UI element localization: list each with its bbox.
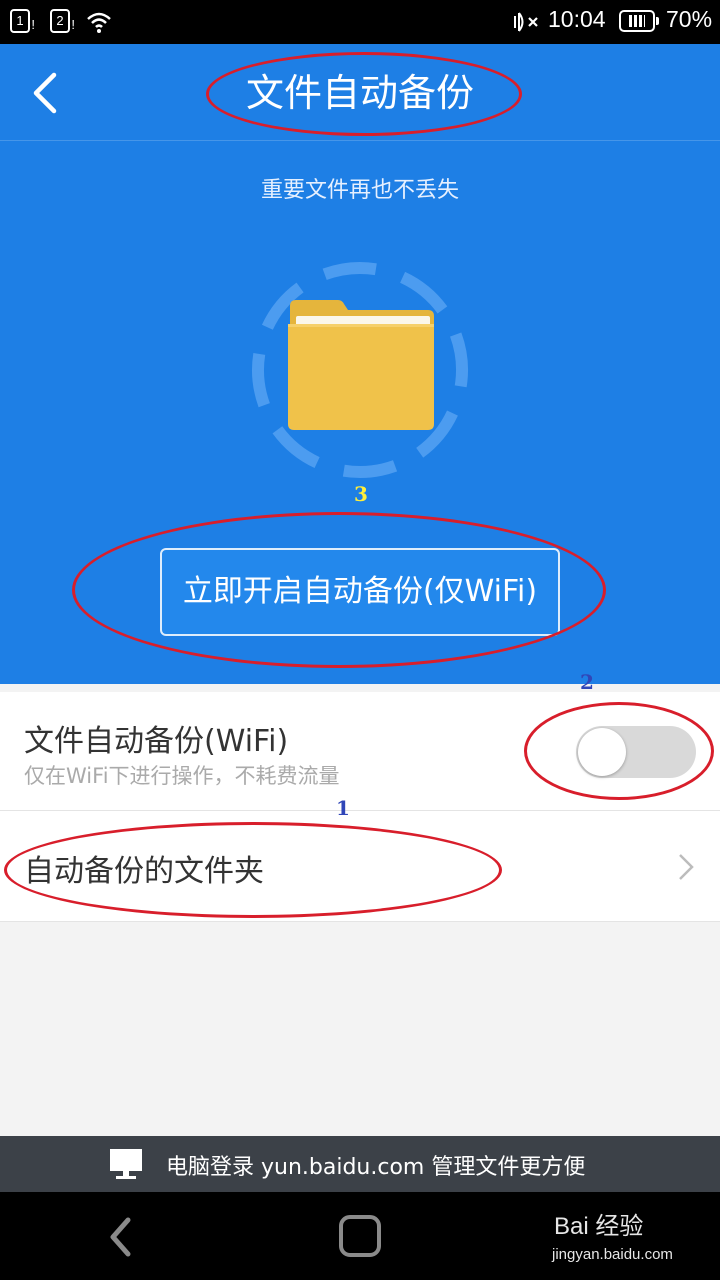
list-divider (0, 921, 720, 922)
sim1-icon: 1! (10, 9, 35, 33)
annotation-number-1: 1 (336, 796, 350, 820)
nav-back-icon[interactable] (106, 1216, 134, 1258)
footer-text: 电脑登录 yun.baidu.com 管理文件更方便 (166, 1155, 586, 1180)
status-time: 10:04 (548, 6, 606, 32)
wifi-backup-title: 文件自动备份(WiFi) (24, 724, 289, 759)
vibrate-icon (514, 12, 538, 32)
annotation-number-2: 2 (580, 670, 594, 694)
chevron-right-icon (679, 854, 694, 880)
sim2-icon: 2! (50, 9, 75, 33)
sim2-label: 2 (56, 13, 64, 28)
battery-percent: 70% (666, 6, 713, 32)
wifi-icon (87, 12, 111, 33)
annotation-ellipse-title (206, 52, 522, 136)
monitor-icon (110, 1149, 142, 1179)
nav-home-icon[interactable] (338, 1214, 382, 1258)
sim1-label: 1 (16, 13, 24, 28)
status-bar: 1! 2! 10:04 70% (0, 0, 720, 44)
annotation-ellipse-button (72, 512, 606, 668)
appbar-divider (0, 140, 720, 141)
footer-banner[interactable]: 电脑登录 yun.baidu.com 管理文件更方便 (0, 1136, 720, 1192)
annotation-number-3: 3 (354, 482, 368, 506)
wifi-backup-description: 仅在WiFi下进行操作，不耗费流量 (24, 764, 340, 788)
annotation-ellipse-toggle (524, 702, 714, 800)
battery-icon (619, 10, 659, 32)
page-subtitle: 重要文件再也不丢失 (260, 178, 459, 203)
watermark-url: jingyan.baidu.com (552, 1246, 673, 1263)
watermark-brand: Bai 经验 (554, 1213, 644, 1240)
annotation-ellipse-folder (4, 822, 502, 918)
folder-icon (288, 300, 434, 430)
